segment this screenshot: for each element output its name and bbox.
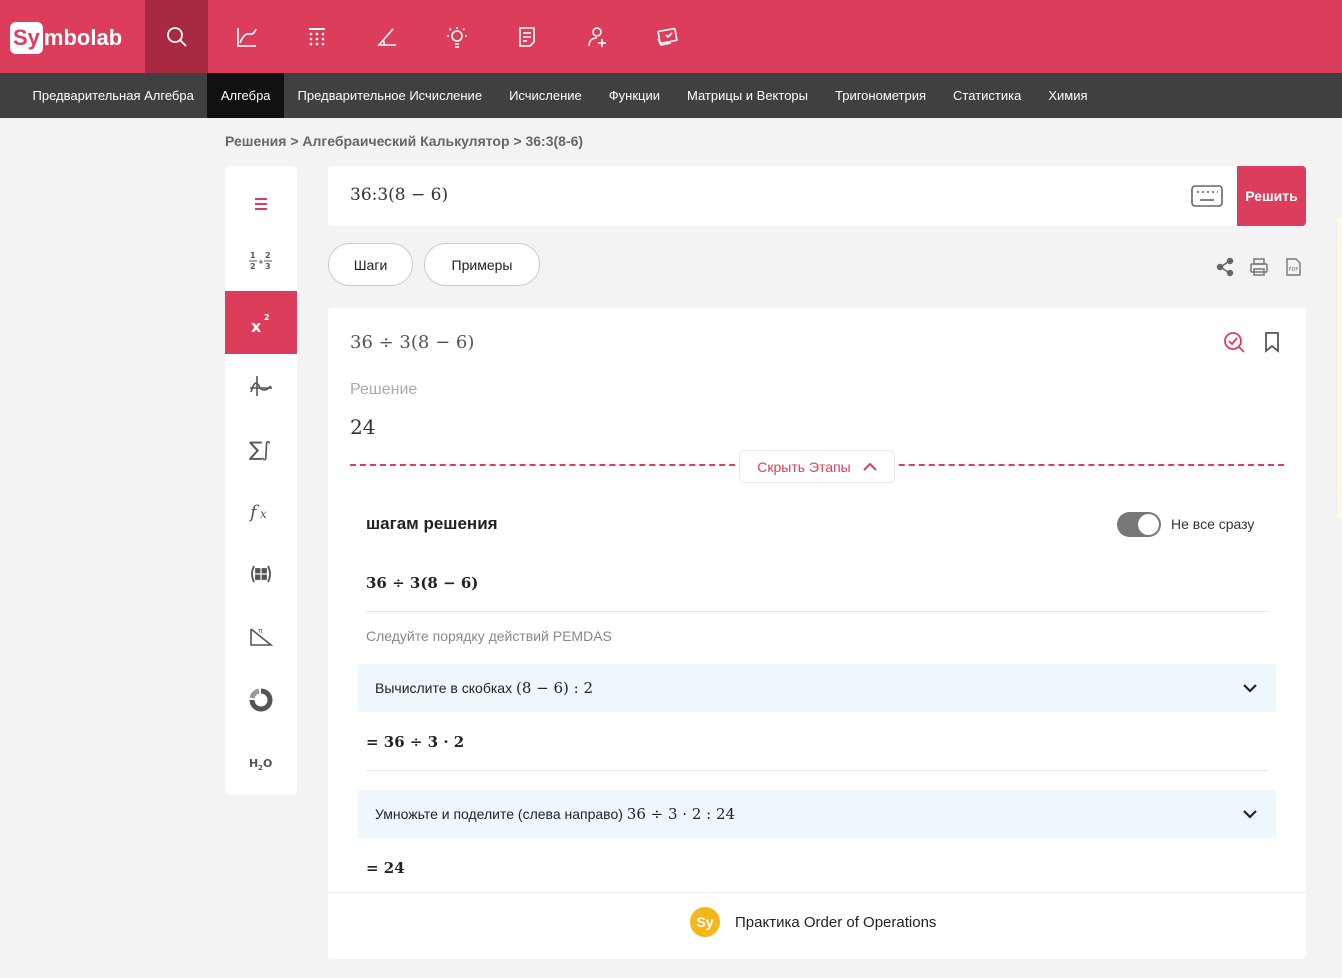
subnav-precalculus[interactable]: Предварительное Исчисление bbox=[284, 73, 496, 118]
practice-link[interactable]: Sy Практика Order of Operations bbox=[328, 892, 1306, 959]
solution-value: 24 bbox=[350, 415, 376, 439]
logo-text: mbolab bbox=[43, 25, 123, 50]
step-start-expression: 36 ÷ 3(8 − 6) bbox=[366, 574, 479, 592]
add-user-icon[interactable] bbox=[565, 0, 628, 73]
verify-icon[interactable] bbox=[1222, 330, 1246, 354]
result-line-1: = 36 ÷ 3 · 2 bbox=[366, 733, 465, 751]
svg-text:PDF: PDF bbox=[1289, 267, 1299, 273]
svg-text:π: π bbox=[258, 628, 263, 635]
toggle-knob bbox=[1138, 514, 1159, 535]
svg-text:+: + bbox=[258, 258, 264, 266]
subnav-algebra[interactable]: Алгебра bbox=[207, 73, 285, 118]
subnav-prealgebra[interactable]: Предварительная Алгебра bbox=[19, 73, 207, 118]
hide-steps-button[interactable]: Скрыть Этапы bbox=[739, 450, 895, 483]
step-by-step-toggle[interactable] bbox=[1117, 512, 1161, 537]
svg-text:1: 1 bbox=[250, 251, 256, 260]
search-icon[interactable] bbox=[145, 0, 208, 73]
step-parentheses-label: Вычислите в скобках bbox=[375, 680, 513, 696]
steps-title: шагам решения bbox=[366, 514, 498, 533]
menu-icon[interactable] bbox=[225, 172, 297, 235]
chevron-up-icon bbox=[863, 462, 877, 471]
right-edge-strip bbox=[1336, 218, 1342, 518]
print-icon[interactable] bbox=[1249, 257, 1269, 277]
step-multiply-divide-label: Умножьте и поделите (слева направо) bbox=[375, 806, 623, 822]
svg-text:H: H bbox=[249, 757, 258, 770]
svg-text:2: 2 bbox=[250, 262, 256, 271]
geometry-icon[interactable] bbox=[355, 0, 418, 73]
graph-icon[interactable] bbox=[215, 0, 278, 73]
steps-button[interactable]: Шаги bbox=[328, 243, 413, 286]
calculator-icon[interactable] bbox=[285, 0, 348, 73]
category-panel: 1 2 +2 3 x2 ∑ ∫ fx π H2O bbox=[225, 166, 297, 795]
chemistry-icon[interactable]: H2O bbox=[225, 730, 297, 793]
problem-expression: 36 ÷ 3(8 − 6) bbox=[350, 332, 475, 353]
symbolab-logo[interactable]: Sy mbolab bbox=[10, 21, 122, 55]
practice-text[interactable]: Практика Order of Operations bbox=[735, 914, 936, 931]
subnav-statistics[interactable]: Статистика bbox=[940, 73, 1035, 118]
subnav-chemistry[interactable]: Химия bbox=[1035, 73, 1101, 118]
toggle-label: Не все сразу bbox=[1171, 516, 1255, 532]
input-expression[interactable]: 36:3(8 − 6) bbox=[350, 185, 448, 205]
top-bar: Sy mbolab bbox=[0, 0, 1342, 73]
subnav-functions[interactable]: Функции bbox=[595, 73, 673, 118]
chevron-down-icon[interactable] bbox=[1242, 808, 1258, 820]
share-icon[interactable] bbox=[1215, 257, 1235, 277]
step-multiply-divide[interactable]: Умножьте и поделите (слева направо) 36 ÷… bbox=[358, 790, 1276, 838]
result-line-2: = 24 bbox=[366, 859, 405, 877]
solve-button[interactable]: Решить bbox=[1237, 166, 1306, 226]
svg-text:∫: ∫ bbox=[261, 437, 271, 461]
svg-text:O: O bbox=[263, 757, 272, 770]
examples-button[interactable]: Примеры bbox=[424, 243, 540, 286]
bookmark-icon[interactable] bbox=[1260, 330, 1284, 354]
breadcrumb[interactable]: Решения > Алгебраический Калькулятор > 3… bbox=[225, 133, 583, 149]
subnav-trigonometry[interactable]: Тригонометрия bbox=[822, 73, 940, 118]
keyboard-icon[interactable] bbox=[1191, 184, 1223, 208]
step-parentheses[interactable]: Вычислите в скобках (8 − 6) : 2 bbox=[358, 664, 1276, 712]
pdf-icon[interactable]: PDF bbox=[1283, 257, 1303, 277]
svg-text:x: x bbox=[251, 317, 262, 336]
solution-card: 36 ÷ 3(8 − 6) Решение 24 Скрыть Этапы ша… bbox=[328, 308, 1306, 959]
svg-text:x: x bbox=[260, 507, 267, 521]
math-input[interactable]: 36:3(8 − 6) Решить bbox=[328, 166, 1306, 226]
practice-logo: Sy bbox=[690, 907, 720, 937]
svg-text:2: 2 bbox=[264, 313, 270, 322]
subnav-calculus[interactable]: Исчисление bbox=[496, 73, 596, 118]
svg-text:f: f bbox=[248, 502, 260, 523]
step-multiply-divide-math: 36 ÷ 3 · 2 : 24 bbox=[626, 805, 736, 823]
step-multiply-divide-text: Умножьте и поделите (слева направо) 36 ÷… bbox=[375, 805, 735, 823]
statistics-icon[interactable] bbox=[225, 668, 297, 731]
solution-label: Решение bbox=[350, 381, 418, 398]
bulb-icon[interactable] bbox=[425, 0, 488, 73]
subnav-matrices[interactable]: Матрицы и Векторы bbox=[674, 73, 822, 118]
fractions-icon[interactable]: 1 2 +2 3 bbox=[225, 229, 297, 292]
hide-steps-label: Скрыть Этапы bbox=[757, 458, 851, 475]
logo-sy: Sy bbox=[10, 22, 43, 54]
subject-nav: Предварительная Алгебра Алгебра Предвари… bbox=[0, 73, 1342, 118]
function-icon[interactable]: fx bbox=[225, 479, 297, 542]
step-parentheses-math: (8 − 6) : 2 bbox=[515, 679, 593, 697]
calculus-icon[interactable]: ∑ ∫ bbox=[225, 416, 297, 479]
svg-text:3: 3 bbox=[265, 262, 271, 271]
graph-function-icon[interactable] bbox=[225, 354, 297, 417]
separator bbox=[366, 611, 1268, 612]
trigonometry-icon[interactable]: π bbox=[225, 605, 297, 668]
notebook-icon[interactable] bbox=[495, 0, 558, 73]
separator bbox=[366, 770, 1268, 771]
chevron-down-icon[interactable] bbox=[1242, 682, 1258, 694]
algebra-icon[interactable]: x2 bbox=[225, 291, 297, 354]
matrix-icon[interactable] bbox=[225, 542, 297, 605]
svg-text:2: 2 bbox=[265, 251, 271, 260]
pemdas-hint: Следуйте порядку действий PEMDAS bbox=[366, 628, 612, 644]
step-parentheses-text: Вычислите в скобках (8 − 6) : 2 bbox=[375, 679, 593, 697]
practice-icon[interactable] bbox=[635, 0, 698, 73]
